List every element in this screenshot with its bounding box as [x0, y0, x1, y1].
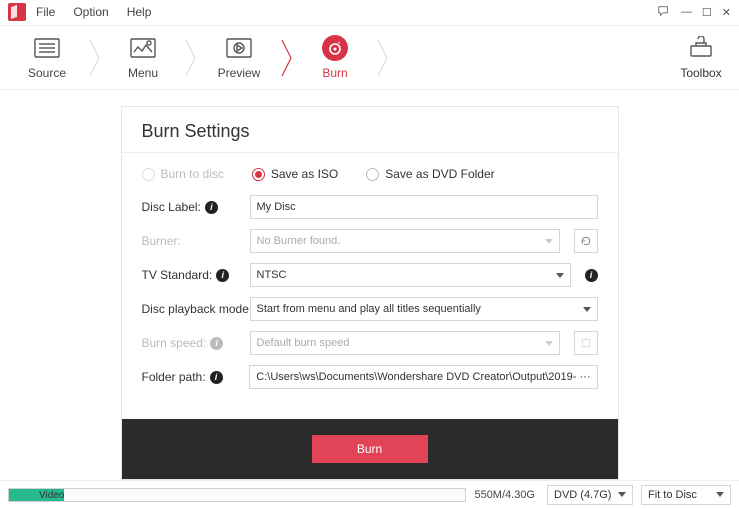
burner-label: Burner: — [142, 234, 181, 248]
main-area: Burn Settings Burn to disc Save as ISO S… — [0, 90, 739, 480]
caret-icon — [583, 307, 591, 312]
caret-icon — [545, 239, 553, 244]
panel-footer: Burn — [122, 419, 618, 479]
window-controls: — ☐ ✕ — [657, 4, 731, 21]
tab-preview-label: Preview — [218, 66, 261, 80]
step-tabs: Source Menu Preview Burn Toolbox — [0, 26, 739, 90]
toolbox-icon — [686, 36, 716, 60]
panel-title: Burn Settings — [142, 121, 598, 142]
info-icon[interactable]: i — [210, 371, 223, 384]
row-playback-mode: Disc playback mode: Start from menu and … — [142, 297, 598, 321]
status-bar: Video 550M/4.30G DVD (4.7G) Fit to Disc — [0, 480, 739, 508]
tv-standard-select[interactable]: NTSC — [250, 263, 571, 287]
chevron-icon — [278, 38, 296, 78]
row-disc-label: Disc Label: i — [142, 195, 598, 219]
menu-option[interactable]: Option — [73, 5, 108, 19]
caret-icon — [716, 492, 724, 497]
feedback-icon[interactable] — [657, 4, 671, 21]
capacity-progress: Video — [8, 488, 466, 502]
tab-toolbox[interactable]: Toolbox — [671, 36, 731, 80]
disc-label-label: Disc Label: — [142, 200, 201, 214]
tab-source[interactable]: Source — [8, 36, 86, 80]
size-text: 550M/4.30G — [474, 489, 535, 501]
radio-save-iso[interactable]: Save as ISO — [252, 167, 338, 181]
folder-path-field[interactable]: C:\Users\ws\Documents\Wondershare DVD Cr… — [249, 365, 597, 389]
output-type-radios: Burn to disc Save as ISO Save as DVD Fol… — [142, 167, 598, 181]
dvd-type-select[interactable]: DVD (4.7G) — [547, 485, 633, 505]
radio-label: Save as DVD Folder — [385, 167, 494, 181]
fit-select[interactable]: Fit to Disc — [641, 485, 731, 505]
main-menu: File Option Help — [36, 5, 151, 19]
menu-help[interactable]: Help — [127, 5, 152, 19]
refresh-burner-button[interactable] — [574, 229, 598, 253]
info-icon[interactable]: i — [585, 269, 598, 282]
menu-icon — [128, 36, 158, 60]
info-icon[interactable]: i — [210, 337, 223, 350]
row-burner: Burner: No Burner found. — [142, 229, 598, 253]
source-icon — [32, 36, 62, 60]
tab-menu[interactable]: Menu — [104, 36, 182, 80]
row-tv-standard: TV Standard:i NTSC i — [142, 263, 598, 287]
radio-label: Save as ISO — [271, 167, 338, 181]
radio-burn-to-disc: Burn to disc — [142, 167, 224, 181]
tab-burn[interactable]: Burn — [296, 36, 374, 80]
close-button[interactable]: ✕ — [722, 6, 731, 19]
tab-preview[interactable]: Preview — [200, 36, 278, 80]
radio-icon — [252, 168, 265, 181]
burn-speed-label: Burn speed: — [142, 336, 207, 350]
radio-label: Burn to disc — [161, 167, 224, 181]
disc-label-input[interactable] — [250, 195, 598, 219]
row-burn-speed: Burn speed:i Default burn speed — [142, 331, 598, 355]
info-icon[interactable]: i — [216, 269, 229, 282]
info-icon[interactable]: i — [205, 201, 218, 214]
burn-speed-select: Default burn speed — [250, 331, 560, 355]
progress-label: Video — [39, 489, 64, 502]
caret-icon — [618, 492, 626, 497]
menu-file[interactable]: File — [36, 5, 55, 19]
burn-settings-panel: Burn Settings Burn to disc Save as ISO S… — [121, 106, 619, 480]
chevron-icon — [86, 38, 104, 78]
radio-save-dvd-folder[interactable]: Save as DVD Folder — [366, 167, 494, 181]
folder-path-label: Folder path: — [142, 370, 206, 384]
maximize-button[interactable]: ☐ — [702, 6, 712, 19]
tab-burn-label: Burn — [322, 66, 347, 80]
minimize-button[interactable]: — — [681, 6, 692, 18]
tab-source-label: Source — [28, 66, 66, 80]
burn-speed-extra-button — [574, 331, 598, 355]
chevron-icon — [182, 38, 200, 78]
caret-icon — [556, 273, 564, 278]
radio-icon — [366, 168, 379, 181]
preview-icon — [224, 36, 254, 60]
burner-select: No Burner found. — [250, 229, 560, 253]
radio-icon — [142, 168, 155, 181]
playback-mode-label: Disc playback mode: — [142, 302, 253, 316]
title-bar: File Option Help — ☐ ✕ — [0, 0, 739, 26]
tab-toolbox-label: Toolbox — [671, 66, 731, 80]
panel-header: Burn Settings — [122, 107, 618, 153]
tab-menu-label: Menu — [128, 66, 158, 80]
caret-icon — [545, 341, 553, 346]
chevron-icon — [374, 38, 392, 78]
playback-mode-select[interactable]: Start from menu and play all titles sequ… — [250, 297, 598, 321]
tv-standard-label: TV Standard: — [142, 268, 213, 282]
row-folder-path: Folder path: i C:\Users\ws\Documents\Wond… — [142, 365, 598, 389]
burn-icon — [320, 36, 350, 60]
app-logo — [8, 3, 26, 21]
burn-button[interactable]: Burn — [312, 435, 428, 463]
